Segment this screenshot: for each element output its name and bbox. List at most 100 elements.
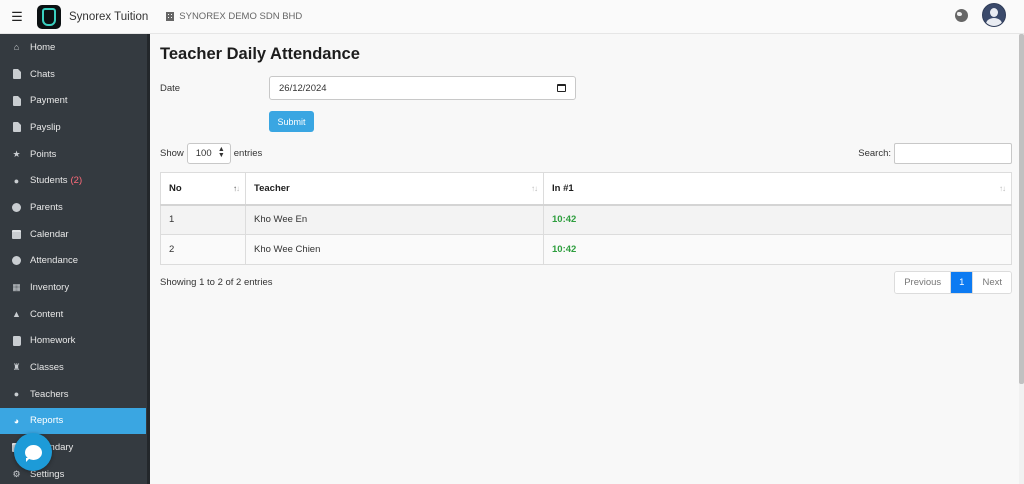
teacher-icon: ● — [13, 389, 20, 400]
book-icon — [11, 335, 22, 346]
cell-no: 2 — [160, 234, 246, 265]
calendar-picker-icon[interactable] — [557, 84, 566, 92]
date-value: 26/12/2024 — [279, 82, 327, 94]
sidebar-item-attendance[interactable]: Attendance — [0, 248, 147, 275]
avatar[interactable] — [982, 3, 1006, 27]
page-scrollbar-thumb[interactable] — [1019, 34, 1024, 384]
pie-chart-icon: ◕ — [13, 415, 20, 426]
globe-icon[interactable] — [955, 8, 968, 22]
students-count-badge: (2) — [70, 175, 83, 187]
search-label: Search: — [858, 147, 891, 159]
column-header-in1[interactable]: In #1 ↑↓ — [543, 172, 1012, 206]
date-label: Date — [160, 82, 181, 94]
previous-page-button[interactable]: Previous — [895, 272, 951, 293]
cell-no: 1 — [160, 204, 246, 235]
sidebar-item-chats[interactable]: Chats — [0, 61, 147, 88]
pagination: Previous 1 Next — [894, 271, 1012, 294]
sidebar-item-label: Reports — [30, 415, 64, 427]
home-icon: ⌂ — [13, 42, 20, 53]
sidebar-item-students[interactable]: ● Students (2) — [0, 167, 147, 194]
select-arrows-icon: ▲ ▼ — [217, 146, 225, 159]
sidebar-item-label: Content — [30, 308, 64, 320]
column-header-no[interactable]: No ↑↓ — [160, 172, 246, 206]
school-icon: ♜ — [12, 362, 21, 373]
chat-widget-button[interactable] — [14, 433, 52, 471]
app-name: Synorex Tuition — [69, 10, 149, 23]
date-form-row: Date 26/12/2024 — [160, 76, 1012, 100]
sidebar-item-label: Inventory — [30, 282, 70, 294]
table-row: 2 Kho Wee Chien 10:42 — [160, 234, 1012, 265]
company-name-text: SYNOREX DEMO SDN BHD — [179, 11, 303, 22]
attendance-table: No ↑↓ Teacher ↑↓ In #1 ↑↓ 1 Kho Wee En 1… — [160, 172, 1012, 265]
date-input[interactable]: 26/12/2024 — [269, 76, 576, 100]
entries-select[interactable]: 100 ▲ ▼ — [186, 142, 231, 164]
sidebar-item-teachers[interactable]: ● Teachers — [0, 381, 147, 408]
sidebar-item-content[interactable]: ▲ Content — [0, 301, 147, 328]
calendar-icon — [11, 229, 22, 240]
document-icon — [11, 122, 22, 133]
sidebar-item-label: Points — [30, 148, 57, 160]
column-header-teacher[interactable]: Teacher ↑↓ — [245, 172, 544, 206]
page-1-button[interactable]: 1 — [950, 272, 973, 293]
search-input[interactable] — [894, 142, 1012, 164]
users-icon: ● — [13, 175, 20, 186]
megaphone-icon: ▲ — [12, 309, 21, 320]
sidebar-item-label: Home — [30, 41, 56, 53]
sidebar-item-label: Classes — [30, 362, 64, 374]
sidebar-item-payslip[interactable]: Payslip — [0, 114, 147, 141]
table-footer: Showing 1 to 2 of 2 entries Previous 1 N… — [160, 271, 1012, 294]
main-content: Teacher Daily Attendance Date 26/12/2024… — [160, 34, 1012, 294]
sidebar-item-label: Parents — [30, 201, 63, 213]
cell-teacher: Kho Wee Chien — [245, 234, 544, 265]
sort-icon: ↑↓ — [999, 184, 1006, 193]
cell-in1: 10:42 — [543, 204, 1012, 235]
sidebar-item-label: Payment — [30, 95, 68, 107]
sidebar-item-points[interactable]: ★ Points — [0, 141, 147, 168]
sidebar-item-inventory[interactable]: ▦ Inventory — [0, 274, 147, 301]
entries-value: 100 — [195, 147, 212, 159]
sidebar-item-reports[interactable]: ◕ Reports — [0, 407, 146, 435]
entries-info: Showing 1 to 2 of 2 entries — [160, 277, 273, 288]
sidebar-item-home[interactable]: ⌂ Home — [0, 34, 147, 61]
company-name: SYNOREX DEMO SDN BHD — [166, 11, 302, 22]
sort-ascending-icon: ↑↓ — [233, 184, 240, 193]
table-controls: Show 100 ▲ ▼ entries Search: — [160, 142, 1012, 164]
sidebar-item-calendar[interactable]: Calendar — [0, 221, 147, 248]
chat-bubble-icon — [24, 444, 42, 462]
search-box: Search: — [858, 142, 1012, 164]
star-icon: ★ — [12, 148, 21, 159]
show-label: Show — [160, 147, 184, 159]
cell-in1: 10:42 — [543, 234, 1012, 265]
user-circle-icon — [11, 202, 22, 213]
sidebar-item-label: Calendar — [30, 228, 69, 240]
entries-label: entries — [233, 147, 263, 159]
table-row: 1 Kho Wee En 10:42 — [160, 204, 1012, 235]
sidebar-item-payment[interactable]: Payment — [0, 87, 147, 114]
next-page-button[interactable]: Next — [972, 272, 1011, 293]
sidebar-item-label: Homework — [30, 335, 76, 347]
building-icon — [166, 12, 175, 21]
submit-button[interactable]: Submit — [269, 111, 314, 132]
app-logo[interactable] — [37, 4, 61, 29]
sort-icon: ↑↓ — [531, 184, 538, 193]
sidebar-item-label: Chats — [30, 68, 55, 80]
table-header-row: No ↑↓ Teacher ↑↓ In #1 ↑↓ — [160, 172, 1012, 206]
sidebar-item-label: Students — [30, 175, 68, 187]
document-icon — [11, 69, 22, 80]
hamburger-menu-icon[interactable]: ☰ — [0, 0, 34, 34]
boxes-icon: ▦ — [12, 282, 21, 293]
sidebar-item-label: Teachers — [30, 388, 69, 400]
show-entries: Show 100 ▲ ▼ entries — [160, 142, 263, 164]
sidebar-item-classes[interactable]: ♜ Classes — [0, 354, 147, 381]
sidebar-item-label: Payslip — [30, 121, 61, 133]
sidebar-item-homework[interactable]: Homework — [0, 328, 147, 355]
page-title: Teacher Daily Attendance — [160, 45, 360, 63]
cell-teacher: Kho Wee En — [245, 204, 544, 235]
sidebar-item-parents[interactable]: Parents — [0, 194, 147, 221]
sidebar-item-label: Attendance — [30, 255, 79, 267]
document-icon — [11, 95, 22, 106]
clock-icon — [11, 255, 22, 266]
sidebar: ⌂ Home Chats Payment Payslip ★ Points ● … — [0, 34, 150, 484]
top-bar: ☰ Synorex Tuition SYNOREX DEMO SDN BHD — [0, 0, 1024, 34]
gears-icon: ⚙ — [12, 468, 21, 479]
